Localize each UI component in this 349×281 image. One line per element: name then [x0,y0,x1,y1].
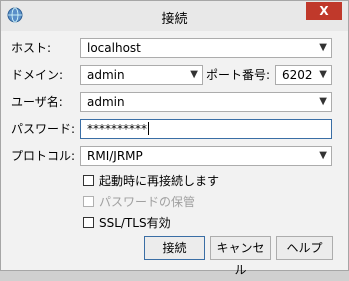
reconnect-label: 起動時に再接続します [99,174,220,188]
checkbox-box[interactable] [83,175,94,186]
save-password-label: パスワードの保管 [99,195,196,209]
protocol-value: RMI/JRMP [87,149,143,163]
checkbox-box[interactable] [83,217,94,228]
user-label: ユーザ名: [11,95,63,109]
chevron-down-icon[interactable]: ▼ [190,66,198,84]
port-combobox[interactable]: 6202 ▼ [275,65,332,85]
host-value: localhost [87,41,141,55]
chevron-down-icon[interactable]: ▼ [319,39,327,57]
domain-combobox[interactable]: admin ▼ [80,65,203,85]
user-value: admin [87,95,125,109]
window-title: 接続 [161,12,188,27]
chevron-down-icon[interactable]: ▼ [319,147,327,165]
chevron-down-icon[interactable]: ▼ [319,66,327,84]
help-button[interactable]: ヘルプ [276,236,333,260]
password-label: パスワード: [11,122,76,136]
protocol-label: プロトコル: [11,149,76,163]
text-caret [148,122,149,135]
connect-button[interactable]: 接続 [144,236,205,260]
ssl-label: SSL/TLS有効 [99,216,171,230]
connection-dialog: 接続 X ホスト: localhost ▼ ドメイン: admin ▼ ポート番… [0,0,349,277]
password-value: ********** [87,122,147,136]
port-value: 6202 [282,68,313,82]
host-combobox[interactable]: localhost ▼ [80,38,332,58]
domain-label: ドメイン: [11,68,64,82]
cancel-button[interactable]: キャンセル [210,236,271,277]
protocol-combobox[interactable]: RMI/JRMP ▼ [80,146,332,166]
title-bar: 接続 X [1,1,348,31]
chevron-down-icon[interactable]: ▼ [319,93,327,111]
user-combobox[interactable]: admin ▼ [80,92,332,112]
domain-value: admin [87,68,125,82]
password-field[interactable]: ********** [80,119,332,139]
close-button[interactable]: X [306,2,342,20]
host-label: ホスト: [11,41,52,55]
checkbox-box [83,196,94,207]
port-label: ポート番号: [206,68,271,82]
